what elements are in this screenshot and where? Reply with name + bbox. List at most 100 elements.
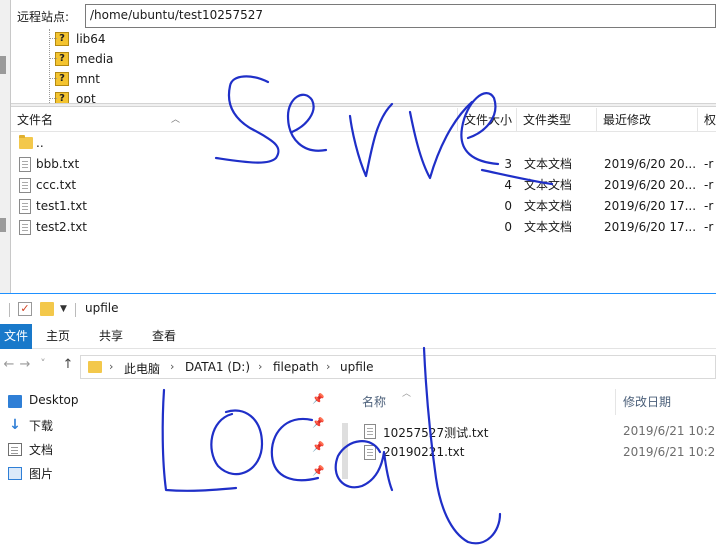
table-row[interactable]: test1.txt 0 文本文档 2019/6/20 17... -r bbox=[11, 196, 716, 217]
tab-share[interactable]: 共享 bbox=[93, 324, 129, 349]
file-name: ccc.txt bbox=[36, 178, 77, 192]
pin-icon[interactable]: 📌 bbox=[312, 466, 324, 477]
file-type: 文本文档 bbox=[524, 157, 573, 171]
panel-edge-marker bbox=[0, 218, 6, 232]
tree-item-lib64[interactable]: ? lib64 bbox=[49, 29, 106, 49]
column-header-permissions[interactable]: 权 bbox=[698, 108, 716, 132]
tree-guide-line bbox=[49, 29, 50, 103]
nav-item-label: 文档 bbox=[29, 443, 54, 457]
sort-ascending-icon: ︿ bbox=[402, 389, 412, 399]
file-modified: 2019/6/20 17... bbox=[604, 199, 696, 213]
tab-file[interactable]: 文件 bbox=[0, 324, 32, 349]
up-arrow-icon[interactable]: ↑ bbox=[59, 357, 77, 372]
explorer-window: ✓ ▼ upfile 文件 主页 共享 查看 ← → ˅ ↑ › 此电脑 › D… bbox=[0, 293, 716, 547]
breadcrumb-filepath[interactable]: filepath bbox=[273, 360, 319, 374]
nav-item-downloads[interactable]: ↓ 下载 📌 bbox=[8, 415, 328, 437]
tree-item-label: media bbox=[76, 52, 114, 66]
list-item[interactable]: 10257527测试.txt 2019/6/21 10:26 bbox=[342, 421, 716, 442]
breadcrumb-separator-icon[interactable]: › bbox=[326, 360, 330, 373]
column-header-modified[interactable]: 修改日期 bbox=[623, 393, 671, 410]
column-header-modified[interactable]: 最近修改 bbox=[597, 108, 698, 132]
nav-item-pictures[interactable]: 图片 📌 bbox=[8, 463, 328, 485]
file-size: 0 bbox=[504, 199, 512, 213]
address-row: ← → ˅ ↑ › 此电脑 › DATA1 (D:) › filepath › … bbox=[0, 353, 716, 381]
file-modified: 2019/6/20 20... bbox=[604, 178, 696, 192]
pin-icon[interactable]: 📌 bbox=[312, 394, 324, 405]
unknown-folder-icon: ? bbox=[55, 32, 69, 46]
file-list-header: 文件名 ︿ 文件大小 文件类型 最近修改 权 bbox=[11, 108, 716, 132]
breadcrumb-upfile[interactable]: upfile bbox=[340, 360, 374, 374]
pictures-icon bbox=[8, 467, 22, 480]
sort-ascending-icon: ︿ bbox=[171, 115, 181, 125]
nav-item-documents[interactable]: 文档 📌 bbox=[8, 439, 328, 461]
text-file-icon bbox=[19, 157, 31, 172]
file-name: test2.txt bbox=[36, 220, 88, 234]
breadcrumb-separator-icon[interactable]: › bbox=[170, 360, 174, 373]
file-permissions: -r bbox=[704, 157, 714, 171]
tree-item-media[interactable]: ? media bbox=[49, 49, 114, 69]
file-permissions: -r bbox=[704, 178, 714, 192]
remote-pane: 远程站点: /home/ubuntu/test10257527 ? lib64 … bbox=[0, 0, 716, 293]
text-file-icon bbox=[19, 220, 31, 235]
tab-view[interactable]: 查看 bbox=[146, 324, 182, 349]
pin-icon[interactable]: 📌 bbox=[312, 442, 324, 453]
list-item[interactable]: 20190221.txt 2019/6/21 10:26 bbox=[342, 442, 716, 463]
column-separator[interactable] bbox=[615, 389, 616, 415]
forward-arrow-icon[interactable]: → bbox=[16, 357, 34, 372]
desktop-icon bbox=[8, 395, 22, 408]
window-title: upfile bbox=[85, 301, 119, 315]
unknown-folder-icon: ? bbox=[55, 72, 69, 86]
breadcrumb-separator-icon[interactable]: › bbox=[109, 360, 113, 373]
properties-check-icon[interactable]: ✓ bbox=[18, 302, 32, 316]
download-icon: ↓ bbox=[9, 417, 21, 433]
tree-item-opt[interactable]: ? opt bbox=[49, 89, 96, 103]
file-size: 3 bbox=[504, 157, 512, 171]
breadcrumb-this-pc[interactable]: 此电脑 bbox=[124, 360, 160, 377]
unknown-folder-icon: ? bbox=[55, 52, 69, 66]
file-modified: 2019/6/21 10:26 bbox=[623, 424, 716, 438]
remote-site-path-input[interactable]: /home/ubuntu/test10257527 bbox=[85, 4, 716, 28]
tree-item-mnt[interactable]: ? mnt bbox=[49, 69, 100, 89]
file-name: 20190221.txt bbox=[383, 445, 465, 459]
table-row[interactable]: bbb.txt 3 文本文档 2019/6/20 20... -r bbox=[11, 154, 716, 175]
file-type: 文本文档 bbox=[524, 220, 573, 234]
text-file-icon bbox=[364, 424, 376, 439]
navigation-pane: Desktop 📌 ↓ 下载 📌 文档 📌 图片 📌 bbox=[0, 389, 330, 509]
table-row-parent-dir[interactable]: .. bbox=[11, 133, 716, 154]
title-separator bbox=[9, 303, 10, 317]
file-name: test1.txt bbox=[36, 199, 88, 213]
nav-item-desktop[interactable]: Desktop 📌 bbox=[8, 391, 328, 413]
ribbon-tabs: 文件 主页 共享 查看 bbox=[0, 324, 716, 349]
column-header-name[interactable]: ︿ 名称 bbox=[362, 389, 411, 410]
tab-home[interactable]: 主页 bbox=[40, 324, 76, 349]
address-bar[interactable]: › 此电脑 › DATA1 (D:) › filepath › upfile bbox=[80, 355, 716, 379]
file-modified: 2019/6/21 10:26 bbox=[623, 445, 716, 459]
quick-access-dropdown-icon[interactable]: ▼ bbox=[60, 302, 74, 316]
file-type: 文本文档 bbox=[524, 199, 573, 213]
column-header-type[interactable]: 文件类型 bbox=[517, 108, 597, 132]
title-separator bbox=[75, 303, 76, 317]
text-file-icon bbox=[19, 178, 31, 193]
unknown-folder-icon: ? bbox=[55, 92, 69, 103]
file-permissions: -r bbox=[704, 199, 714, 213]
tree-item-label: opt bbox=[76, 92, 96, 103]
new-folder-icon[interactable] bbox=[40, 302, 54, 316]
column-header-size[interactable]: 文件大小 bbox=[458, 108, 517, 132]
file-modified: 2019/6/20 17... bbox=[604, 220, 696, 234]
table-row[interactable]: ccc.txt 4 文本文档 2019/6/20 20... -r bbox=[11, 175, 716, 196]
recent-locations-chevron-icon[interactable]: ˅ bbox=[34, 357, 52, 370]
remote-site-bar: 远程站点: /home/ubuntu/test10257527 bbox=[11, 4, 716, 28]
table-row[interactable]: test2.txt 0 文本文档 2019/6/20 17... -r bbox=[11, 217, 716, 238]
tree-item-label: mnt bbox=[76, 72, 100, 86]
nav-item-label: Desktop bbox=[29, 393, 79, 407]
panel-edge-marker bbox=[0, 56, 6, 74]
breadcrumb-drive[interactable]: DATA1 (D:) bbox=[185, 360, 250, 374]
file-name: 10257527测试.txt bbox=[383, 426, 489, 440]
breadcrumb-separator-icon[interactable]: › bbox=[258, 360, 262, 373]
folder-icon bbox=[88, 361, 102, 373]
column-header-name[interactable]: 文件名 ︿ bbox=[11, 108, 458, 132]
remote-site-label: 远程站点: bbox=[17, 10, 70, 24]
pane-splitter[interactable] bbox=[11, 103, 716, 107]
pin-icon[interactable]: 📌 bbox=[312, 418, 324, 429]
remote-directory-tree: ? lib64 ? media ? mnt ? opt bbox=[11, 29, 716, 103]
